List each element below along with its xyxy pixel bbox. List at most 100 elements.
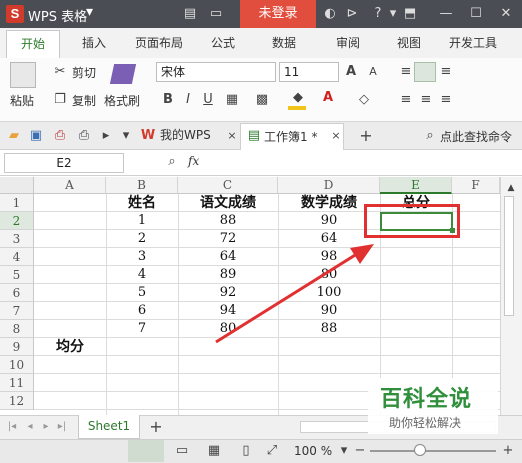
quick-access-dropdown-icon[interactable]: ▾ — [118, 128, 134, 144]
underline-icon[interactable]: U — [200, 92, 216, 108]
font-size-select[interactable]: 11 — [279, 62, 339, 82]
formula-input[interactable] — [222, 153, 518, 173]
align-right-icon[interactable]: ≡ — [438, 92, 454, 108]
app-title[interactable]: WPS 表格 — [28, 6, 87, 25]
help-icon[interactable]: ? — [370, 6, 386, 22]
sheet-tab-sheet1[interactable]: Sheet1 — [78, 415, 140, 439]
reading-view-icon[interactable]: ▯ — [238, 443, 254, 459]
share-icon[interactable]: ⊳ — [344, 6, 360, 22]
prev-sheet-icon[interactable]: ◂ — [22, 419, 38, 435]
minimize-icon[interactable]: — — [438, 6, 454, 22]
zoom-slider-thumb[interactable] — [414, 444, 426, 456]
app-menu-arrow-icon[interactable]: ▾ — [86, 4, 93, 20]
column-header-e[interactable]: E — [380, 177, 452, 194]
align-middle-icon[interactable] — [414, 62, 436, 82]
restore-ribbon-icon[interactable]: ⬒ — [402, 6, 418, 22]
cell-b2[interactable]: 1 — [106, 212, 178, 230]
cell-b4[interactable]: 3 — [106, 248, 178, 266]
page-break-view-icon[interactable]: ▦ — [206, 443, 222, 459]
cell-b7[interactable]: 6 — [106, 302, 178, 320]
save-icon[interactable]: ▣ — [28, 128, 44, 144]
font-color-icon[interactable]: A — [320, 90, 336, 106]
row-header[interactable]: 1 — [0, 194, 34, 212]
tab-start[interactable]: 开始 — [6, 30, 60, 58]
tab-view[interactable]: 视图 — [397, 34, 421, 54]
cell-b5[interactable]: 4 — [106, 266, 178, 284]
doc-tab-my-wps[interactable]: 我的WPS — [160, 126, 211, 143]
fill-bucket-icon[interactable]: ◆ — [290, 90, 306, 106]
tab-review[interactable]: 审阅 — [336, 34, 360, 54]
tab-formula[interactable]: 公式 — [211, 34, 235, 54]
normal-view-icon[interactable] — [128, 440, 164, 462]
more-icon[interactable]: ▸ — [98, 128, 114, 144]
row-header[interactable]: 11 — [0, 374, 34, 392]
align-top-icon[interactable]: ≡ — [398, 64, 414, 80]
column-header-a[interactable]: A — [34, 177, 106, 194]
print-icon[interactable]: ⎙ — [76, 128, 92, 144]
paste-icon[interactable] — [10, 62, 36, 88]
format-painter-button[interactable]: 格式刷 — [104, 92, 140, 109]
cut-button[interactable]: 剪切 — [72, 64, 96, 81]
copy-button[interactable]: 复制 — [72, 92, 96, 109]
search-command-input[interactable]: 点此查找命令 — [440, 128, 512, 145]
column-header-b[interactable]: B — [106, 177, 178, 194]
maximize-icon[interactable]: ☐ — [468, 6, 484, 22]
zoom-slider[interactable] — [370, 450, 496, 452]
column-header-c[interactable]: C — [178, 177, 278, 194]
full-screen-icon[interactable]: ⤢ — [264, 443, 280, 459]
cell-b8[interactable]: 7 — [106, 320, 178, 338]
column-header-d[interactable]: D — [278, 177, 380, 194]
row-header[interactable]: 2 — [0, 212, 34, 230]
row-header[interactable]: 4 — [0, 248, 34, 266]
select-all-corner[interactable] — [0, 177, 34, 194]
align-bottom-icon[interactable]: ≡ — [438, 64, 454, 80]
page-layout-view-icon[interactable]: ▭ — [174, 443, 190, 459]
row-header[interactable]: 3 — [0, 230, 34, 248]
help-dropdown-icon[interactable]: ▾ — [385, 6, 401, 22]
folder-icon[interactable]: ▰ — [6, 128, 22, 144]
increase-font-icon[interactable]: A — [343, 64, 359, 80]
fill-color-icon[interactable] — [288, 106, 306, 110]
skin-icon[interactable]: ◐ — [322, 6, 338, 22]
row-header[interactable]: 8 — [0, 320, 34, 338]
cell-style-icon[interactable]: ▩ — [254, 92, 270, 108]
close-icon[interactable]: ✕ — [498, 6, 514, 22]
close-tab-icon[interactable]: × — [224, 128, 240, 144]
row-header[interactable]: 6 — [0, 284, 34, 302]
add-sheet-icon[interactable]: + — [148, 419, 164, 435]
print-preview-icon[interactable]: ⎙ — [52, 128, 68, 144]
window-icon[interactable]: ▭ — [208, 6, 224, 22]
format-painter-icon[interactable] — [109, 64, 137, 84]
zoom-in-icon[interactable]: + — [500, 443, 516, 459]
row-header[interactable]: 10 — [0, 356, 34, 374]
cell-b3[interactable]: 2 — [106, 230, 178, 248]
tab-data[interactable]: 数据 — [272, 34, 296, 54]
zoom-out-icon[interactable]: − — [352, 443, 368, 459]
last-sheet-icon[interactable]: ▸| — [54, 419, 70, 435]
next-sheet-icon[interactable]: ▸ — [38, 419, 54, 435]
cell-b1[interactable]: 姓名 — [106, 194, 178, 212]
tab-developer[interactable]: 开发工具 — [449, 34, 497, 54]
row-header[interactable]: 7 — [0, 302, 34, 320]
login-button[interactable]: 未登录 — [240, 0, 316, 28]
paste-button[interactable]: 粘贴 — [10, 92, 34, 109]
cell-b6[interactable]: 5 — [106, 284, 178, 302]
align-center-icon[interactable]: ≡ — [418, 92, 434, 108]
cell-c1[interactable]: 语文成绩 — [178, 194, 278, 212]
border-icon[interactable]: ▦ — [224, 92, 240, 108]
cell-a9[interactable]: 均分 — [34, 338, 106, 356]
tab-insert[interactable]: 插入 — [82, 34, 106, 54]
copy-icon[interactable]: ❐ — [52, 92, 68, 108]
close-tab-icon[interactable]: × — [328, 128, 344, 144]
column-header-f[interactable]: F — [452, 177, 500, 194]
scissors-icon[interactable]: ✂ — [52, 64, 68, 80]
tab-page-layout[interactable]: 页面布局 — [135, 34, 183, 54]
align-left-icon[interactable]: ≡ — [398, 92, 414, 108]
cell-c2[interactable]: 88 — [178, 212, 278, 230]
name-box[interactable]: E2 — [4, 153, 124, 173]
doc-icon[interactable]: ▤ — [182, 6, 198, 22]
zoom-dropdown-icon[interactable]: ▾ — [336, 443, 352, 459]
decrease-font-icon[interactable]: A — [365, 64, 381, 80]
new-tab-icon[interactable]: + — [358, 128, 374, 144]
italic-icon[interactable]: I — [180, 92, 196, 108]
